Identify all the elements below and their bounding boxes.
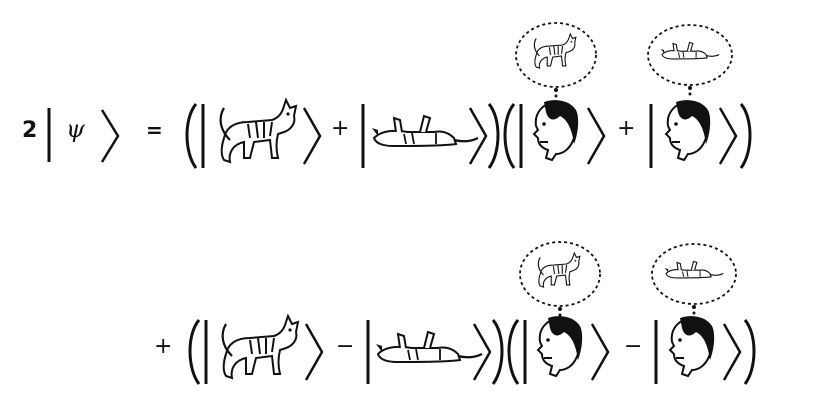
close-paren-cat-line2 — [491, 319, 504, 385]
superposition-equation: 2 ψ = + + + − − — [0, 0, 829, 412]
observer-head-icon — [533, 99, 580, 161]
dead-cat-icon — [370, 114, 480, 148]
observer-head-icon — [665, 99, 712, 161]
close-paren-cat-line1 — [487, 103, 500, 169]
observer-live-ket-line1 — [515, 22, 606, 168]
dead-cat-ket-line2 — [366, 320, 492, 384]
observer-head-icon — [537, 315, 584, 377]
dead-cat-ket-line1 — [361, 104, 488, 168]
close-paren-observer-line2 — [743, 319, 756, 385]
open-paren-cat-line2 — [188, 319, 201, 385]
observer-head-icon — [669, 315, 716, 377]
live-cat-ket-line2 — [204, 314, 324, 384]
observer-dead-ket-line2 — [651, 243, 742, 384]
close-paren-observer-line1 — [739, 103, 752, 169]
open-paren-cat-line1 — [185, 103, 198, 169]
live-cat-icon — [221, 314, 300, 380]
observer-dead-ket-line1 — [647, 24, 738, 168]
observer-live-ket-line2 — [519, 241, 610, 384]
open-paren-observer-line2 — [507, 319, 520, 385]
equation-graphics — [47, 22, 756, 385]
open-paren-observer-line1 — [503, 103, 516, 169]
live-cat-icon — [219, 98, 298, 164]
live-cat-ket-line1 — [201, 98, 322, 168]
dead-cat-icon — [374, 330, 484, 364]
psi-ket — [47, 108, 120, 163]
